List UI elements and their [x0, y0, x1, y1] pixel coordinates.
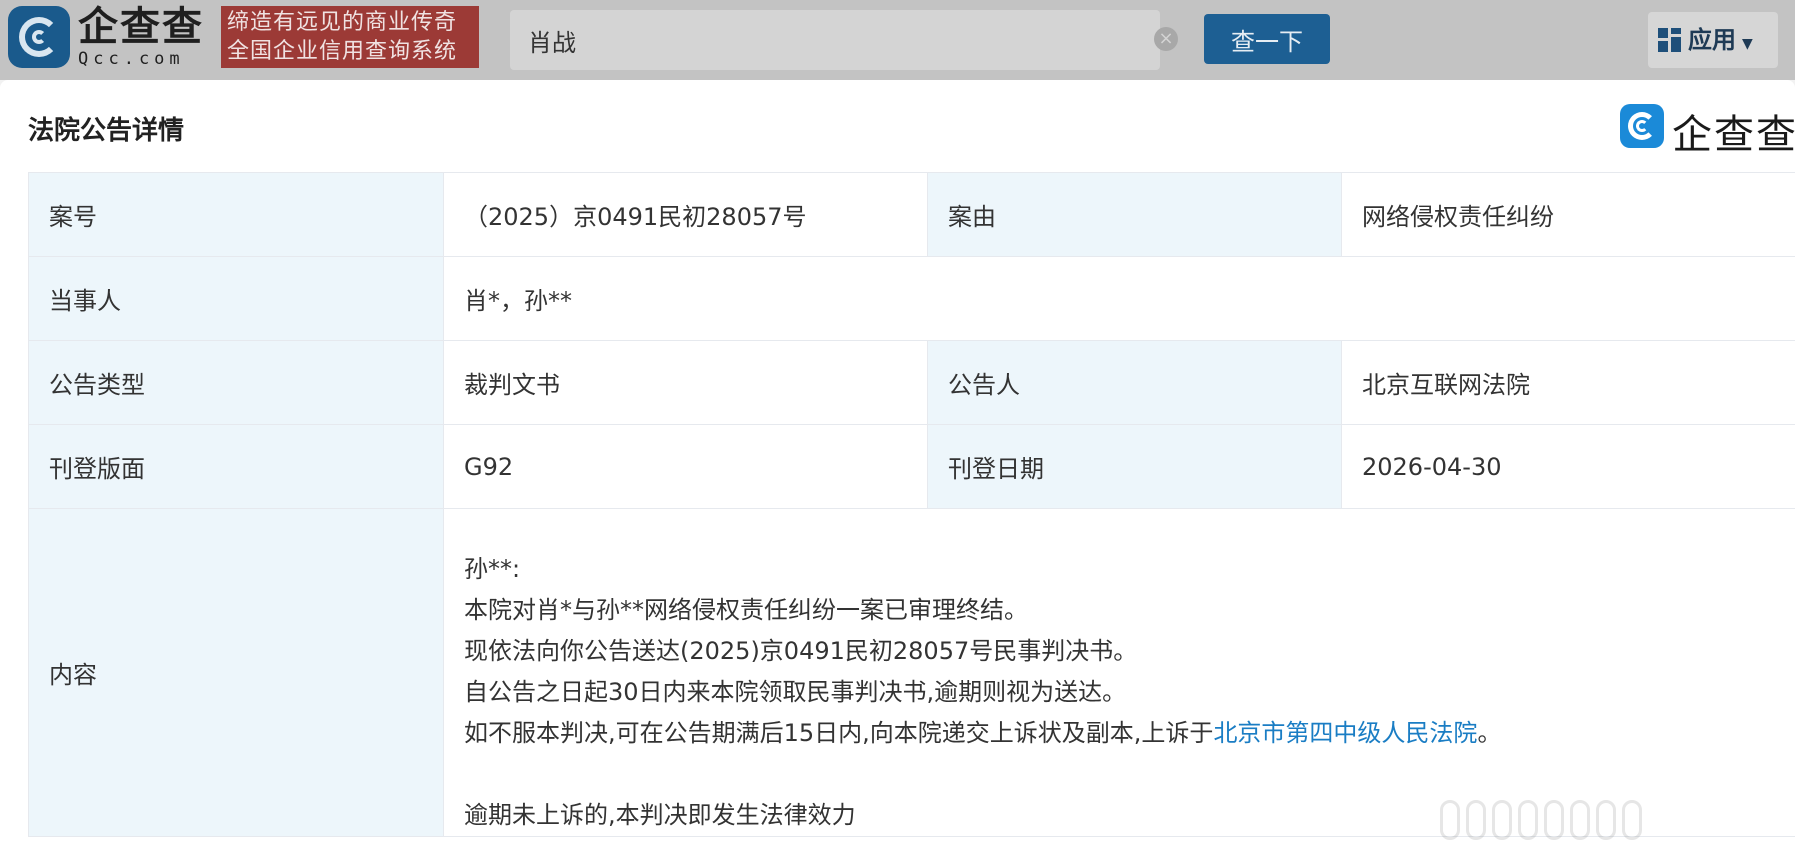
- apps-label: 应用: [1688, 26, 1736, 54]
- logo-text[interactable]: 企查查 Qcc.com: [78, 4, 218, 70]
- announcer-label: 公告人: [927, 340, 1342, 425]
- content-line: 如不服本判决,可在公告期满后15日内,向本院递交上诉状及副本,上诉于北京市第四中…: [464, 713, 1775, 754]
- detail-table: 案号 （2025）京0491民初28057号 案由 网络侵权责任纠纷 当事人 肖…: [28, 172, 1795, 837]
- parties-label: 当事人: [28, 256, 444, 341]
- cause-value: 网络侵权责任纠纷: [1341, 172, 1795, 257]
- content-line: 孙**:: [464, 555, 521, 583]
- type-label: 公告类型: [28, 340, 444, 425]
- brand-text: 企查查: [1672, 112, 1795, 158]
- slogan-line-1: 缔造有远见的商业传奇: [227, 10, 458, 35]
- content-line: 本院对肖*与孙**网络侵权责任纠纷一案已审理终结。: [464, 596, 1028, 624]
- table-row: 案号 （2025）京0491民初28057号 案由 网络侵权责任纠纷: [28, 172, 1795, 257]
- content-label: 内容: [28, 508, 444, 837]
- caret-down-icon: ▼: [1742, 36, 1753, 52]
- case-no-link[interactable]: （2025）京0491民初28057号: [443, 172, 928, 257]
- content-text: 如不服本判决,可在公告期满后15日内,向本院递交上诉状及副本,上诉于: [464, 719, 1214, 747]
- date-label: 刊登日期: [927, 424, 1342, 509]
- date-value: 2026-04-30: [1341, 424, 1795, 509]
- announcer-value: 北京互联网法院: [1341, 340, 1795, 425]
- logo-en: Qcc.com: [78, 49, 185, 69]
- search-button[interactable]: 查一下: [1204, 14, 1330, 64]
- case-no-label: 案号: [28, 172, 444, 257]
- content-line: 自公告之日起30日内来本院领取民事判决书,逾期则视为送达。: [464, 678, 1127, 706]
- grid-icon: [1658, 28, 1682, 52]
- table-row: 公告类型 裁判文书 公告人 北京互联网法院: [28, 340, 1795, 425]
- clear-icon[interactable]: ×: [1154, 27, 1178, 51]
- content-body: 孙**: 本院对肖*与孙**网络侵权责任纠纷一案已审理终结。 现依法向你公告送达…: [443, 508, 1795, 837]
- content-line: 现依法向你公告送达(2025)京0491民初28057号民事判决书。: [464, 637, 1138, 665]
- parties-value: 肖*，孙**: [443, 256, 1795, 341]
- table-row: 内容 孙**: 本院对肖*与孙**网络侵权责任纠纷一案已审理终结。 现依法向你公…: [28, 508, 1795, 837]
- page-label: 刊登版面: [28, 424, 444, 509]
- top-bar: 企查查 Qcc.com 缔造有远见的商业传奇 全国企业信用查询系统 × 查一下 …: [0, 0, 1795, 80]
- court-link[interactable]: 北京市第四中级人民法院: [1213, 719, 1477, 747]
- table-row: 当事人 肖*，孙**: [28, 256, 1795, 341]
- page-value: G92: [443, 424, 928, 509]
- watermark: [1440, 800, 1770, 860]
- qcc-logo-icon[interactable]: [8, 6, 70, 68]
- qcc-brand-icon: [1620, 104, 1664, 148]
- slogan-banner: 缔造有远见的商业传奇 全国企业信用查询系统: [221, 6, 479, 68]
- apps-menu[interactable]: 应用 ▼: [1648, 12, 1778, 68]
- cause-label: 案由: [927, 172, 1342, 257]
- type-value: 裁判文书: [443, 340, 928, 425]
- search-input[interactable]: [528, 24, 1088, 56]
- content-text: 。: [1477, 719, 1502, 747]
- modal-title: 法院公告详情: [28, 116, 185, 146]
- court-announcement-modal: 法院公告详情 企查查 案号 （2025）京0491民初28057号 案由 网络侵…: [0, 80, 1795, 868]
- table-row: 刊登版面 G92 刊登日期 2026-04-30: [28, 424, 1795, 509]
- logo-cn: 企查查: [78, 4, 204, 50]
- search-box: [510, 10, 1160, 70]
- slogan-line-2: 全国企业信用查询系统: [227, 39, 458, 64]
